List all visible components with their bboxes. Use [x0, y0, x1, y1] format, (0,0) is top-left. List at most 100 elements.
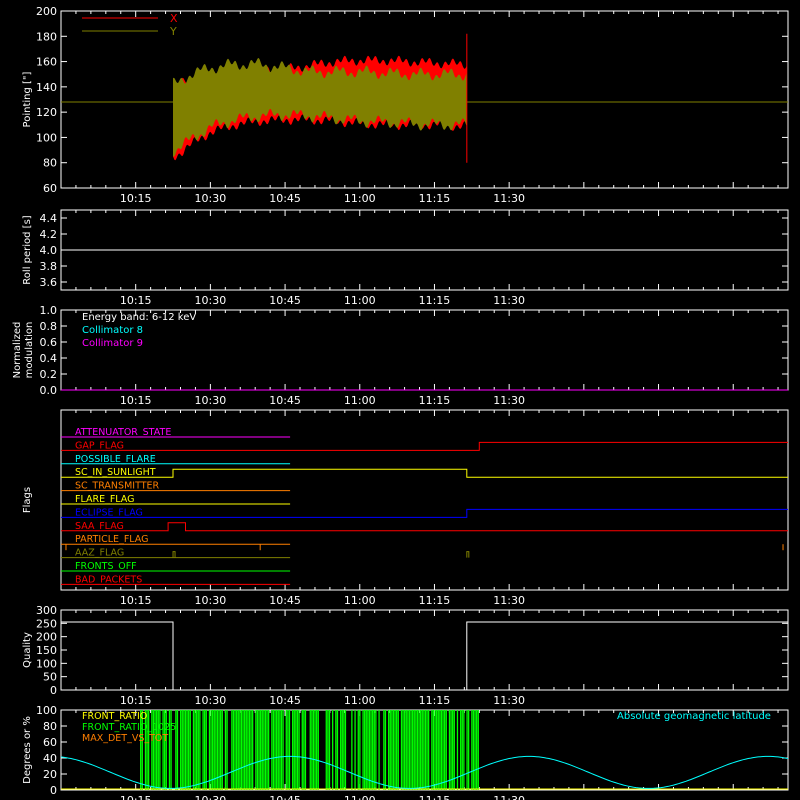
y-tick-label: 0 — [50, 784, 57, 797]
y-tick-label: 250 — [36, 617, 57, 630]
x-tick-label: 11:00 — [344, 594, 376, 607]
flag-label: SC_IN_SUNLIGHT — [75, 467, 156, 478]
x-tick-label: 11:30 — [493, 794, 525, 800]
flag-trace — [61, 441, 788, 451]
legend-label-x: X — [170, 12, 178, 25]
flag-label: AAZ_FLAG — [75, 548, 124, 559]
y-tick-label: 0.6 — [40, 336, 58, 349]
x-tick-label: 10:15 — [120, 794, 152, 800]
y-tick-label: 0.0 — [40, 384, 58, 397]
y-tick-label: 160 — [36, 56, 57, 69]
plot-area — [61, 33, 788, 163]
y-tick-label: 150 — [36, 644, 57, 657]
y-axis-label: Pointing ["] — [22, 71, 33, 127]
x-tick-label: 11:30 — [493, 394, 525, 407]
x-tick-label: 10:15 — [120, 294, 152, 307]
y-axis-label: Roll period [s] — [22, 215, 33, 284]
y-axis-label: Degrees or % — [22, 716, 33, 784]
x-tick-label: 10:45 — [269, 394, 301, 407]
modulation-annotation: Collimator 9 — [82, 338, 143, 349]
y-axis-label: Quality — [22, 632, 33, 668]
flag-trace — [61, 522, 788, 532]
y-tick-label: 0.4 — [40, 352, 58, 365]
x-tick-label: 10:30 — [195, 192, 227, 205]
y-tick-label: 3.8 — [40, 260, 58, 273]
y-tick-label: 120 — [36, 106, 57, 119]
x-tick-label: 10:45 — [269, 594, 301, 607]
y-tick-label: 0.2 — [40, 368, 58, 381]
y-tick-label: 180 — [36, 30, 57, 43]
y-tick-label: 4.0 — [40, 244, 58, 257]
flag-label: SC_TRANSMITTER — [75, 481, 160, 492]
y-tick-label: 40 — [43, 752, 57, 765]
legend-label-y: Y — [169, 25, 177, 38]
panel-2: 3.6 3.8 4.0 4.2 4.4 10:15 10:30 10:45 11:00 11:15… — [22, 209, 789, 307]
y-tick-label: 80 — [43, 720, 57, 733]
y-tick-label: 3.6 — [40, 276, 58, 289]
flag-label: GAP_FLAG — [75, 440, 124, 451]
y-tick-label: 1.0 — [40, 304, 58, 317]
x-tick-label: 11:00 — [344, 192, 376, 205]
x-tick-label: 11:30 — [493, 294, 525, 307]
x-tick-label: 11:15 — [419, 394, 451, 407]
y-tick-label: 20 — [43, 768, 57, 781]
x-tick-label: 10:30 — [195, 694, 227, 707]
x-tick-label: 10:15 — [120, 192, 152, 205]
modulation-annotation: Energy band: 6-12 keV — [82, 312, 196, 323]
quality-trace — [61, 621, 788, 691]
x-tick-label: 10:30 — [195, 794, 227, 800]
ratio-legend-label: FRONT_RATIO_1025 — [82, 722, 176, 733]
x-tick-label: 11:15 — [419, 192, 451, 205]
y-tick-label: 4.2 — [40, 228, 58, 241]
x-tick-label: 11:00 — [344, 394, 376, 407]
flag-label: ATTENUATOR_STATE — [75, 427, 171, 438]
panel-4: 10:15 10:30 10:45 11:00 11:15 11:30 Flags ATTEN… — [22, 409, 789, 607]
flag-spike — [466, 551, 470, 558]
y-tick-label: 300 — [36, 604, 57, 617]
panel-6: 0 20 40 60 80 100 10:15 10:30 10:45 11:00 11:15 11:… — [22, 704, 789, 800]
x-tick-label: 10:30 — [195, 294, 227, 307]
y-tick-label: 100 — [36, 657, 57, 670]
x-tick-label: 11:00 — [344, 294, 376, 307]
flag-label: BAD_PACKETS — [75, 574, 142, 585]
flag-label: ECLIPSE_FLAG — [75, 507, 143, 518]
y-axis-label: Normalized — [12, 322, 23, 379]
y-axis-label: modulation — [24, 322, 35, 379]
x-tick-label: 10:15 — [120, 394, 152, 407]
y-tick-label: 80 — [43, 157, 57, 170]
y-tick-label: 200 — [36, 631, 57, 644]
flag-trace — [61, 508, 788, 518]
x-tick-label: 11:00 — [344, 794, 376, 800]
flag-trace — [61, 468, 788, 478]
ratio-legend-label: FRONT_RATIO — [82, 711, 147, 722]
x-tick-label: 11:30 — [493, 594, 525, 607]
x-tick-label: 11:15 — [419, 794, 451, 800]
ratio-legend-label: MAX_DET_VS_TOT — [82, 733, 168, 744]
y-tick-label: 100 — [36, 131, 57, 144]
x-tick-label: 11:15 — [419, 694, 451, 707]
latitude-label: Absolute geomagnetic latitude — [617, 711, 771, 722]
x-tick-label: 10:45 — [269, 694, 301, 707]
y-tick-label: 50 — [43, 671, 57, 684]
x-tick-label: 10:45 — [269, 794, 301, 800]
x-tick-label: 11:15 — [419, 294, 451, 307]
y-tick-label: 0.8 — [40, 320, 58, 333]
x-tick-label: 11:00 — [344, 694, 376, 707]
y-tick-label: 200 — [36, 5, 57, 18]
y-tick-label: 60 — [43, 736, 57, 749]
flag-spike — [172, 551, 176, 558]
flag-label: PARTICLE_FLAG — [75, 534, 148, 545]
panel-1: 60 80 100 120 140 160 180 200 10:15 10:30 10:45 11:… — [22, 5, 789, 205]
y-tick-label: 60 — [43, 182, 57, 195]
x-tick-label: 10:30 — [195, 594, 227, 607]
series-y-band — [173, 58, 467, 157]
flag-label: POSSIBLE_FLARE — [75, 454, 156, 465]
y-tick-label: 4.4 — [40, 212, 58, 225]
x-tick-label: 10:15 — [120, 694, 152, 707]
x-tick-label: 10:45 — [269, 294, 301, 307]
panel-3: 0.0 0.2 0.4 0.6 0.8 1.0 10:15 10:30 10:45 11:00 11… — [12, 304, 789, 407]
figure: 608010012014016018020010:15 10:30 10:45 11:… — [12, 5, 789, 800]
y-tick-label: 140 — [36, 81, 57, 94]
flag-label: SAA_FLAG — [75, 521, 124, 532]
flag-label: FLARE_FLAG — [75, 494, 135, 505]
